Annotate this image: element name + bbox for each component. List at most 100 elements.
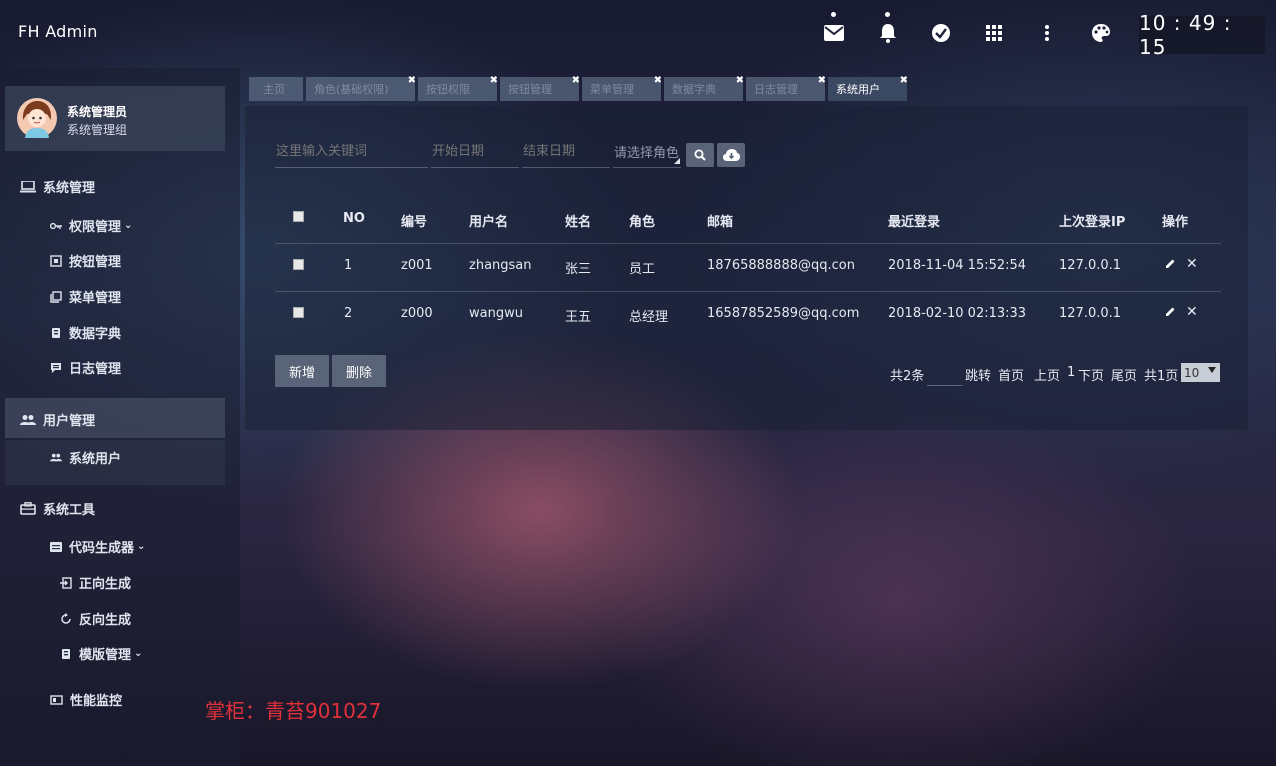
sidebar-item-template-management[interactable]: 模版管理 ⌄ bbox=[60, 644, 142, 663]
tab-label: 日志管理 bbox=[754, 83, 798, 96]
cell-role: 总经理 bbox=[629, 310, 669, 325]
delete-icon[interactable]: ✕ bbox=[1186, 256, 1198, 272]
column-header-last-ip[interactable]: 上次登录IP bbox=[1059, 211, 1125, 230]
tab-home[interactable]: 主页 bbox=[249, 77, 303, 101]
chevron-down-icon: ⌄ bbox=[124, 220, 133, 231]
sidebar-item-permission-management[interactable]: 权限管理 ⌄ bbox=[50, 216, 132, 235]
sidebar-item-code-generator[interactable]: 代码生成器 ⌄ bbox=[50, 537, 145, 556]
sidebar-item-label: 按钮管理 bbox=[69, 255, 122, 270]
menu-icon bbox=[50, 290, 62, 303]
select-all-checkbox[interactable] bbox=[293, 211, 304, 222]
pager-first[interactable]: 首页 bbox=[998, 365, 1024, 384]
sidebar-item-menu-management[interactable]: 菜单管理 bbox=[50, 287, 121, 306]
column-header-username[interactable]: 用户名 bbox=[469, 211, 508, 230]
sidebar-item-system-management[interactable]: 系统管理 bbox=[20, 177, 95, 196]
export-button[interactable] bbox=[717, 143, 745, 167]
page-size-select[interactable]: 10 bbox=[1181, 363, 1220, 382]
cell-username: wangwu bbox=[469, 306, 523, 321]
edit-icon[interactable] bbox=[1165, 306, 1176, 321]
sidebar-item-system-users[interactable]: 系统用户 bbox=[50, 448, 121, 467]
close-icon[interactable]: ✖ bbox=[654, 76, 662, 86]
tab-label: 按钮权限 bbox=[426, 83, 470, 96]
tab-button-management[interactable]: 按钮管理 ✖ bbox=[500, 76, 580, 101]
page-size-value: 10 bbox=[1184, 365, 1200, 380]
cell-no: 1 bbox=[344, 258, 353, 273]
close-icon[interactable]: ✖ bbox=[572, 76, 580, 86]
apps-grid-icon[interactable] bbox=[983, 22, 1005, 44]
pager-last[interactable]: 尾页 bbox=[1111, 365, 1137, 384]
tab-role[interactable]: 角色(基础权限) ✖ bbox=[306, 76, 416, 101]
close-icon[interactable]: ✖ bbox=[736, 76, 744, 86]
cell-name: 王五 bbox=[565, 310, 592, 325]
tab-system-users[interactable]: 系统用户 ✖ bbox=[828, 76, 908, 101]
bell-icon[interactable] bbox=[877, 12, 899, 44]
close-icon[interactable]: ✖ bbox=[408, 76, 416, 86]
delete-button[interactable]: 删除 bbox=[332, 355, 386, 387]
mail-icon[interactable] bbox=[823, 12, 845, 44]
column-header-last-login[interactable]: 最近登录 bbox=[888, 211, 940, 230]
end-date-field[interactable] bbox=[522, 135, 610, 168]
pager-jump-input[interactable] bbox=[927, 364, 963, 386]
sidebar-item-system-tools[interactable]: 系统工具 bbox=[20, 499, 95, 518]
sidebar-item-label: 代码生成器 bbox=[69, 541, 135, 556]
search-button[interactable] bbox=[686, 143, 714, 167]
app-brand[interactable]: FH Admin bbox=[18, 22, 98, 41]
users-icon bbox=[20, 414, 36, 425]
keyword-input[interactable] bbox=[276, 143, 428, 159]
select-arrow-icon bbox=[674, 158, 680, 164]
sidebar-item-label: 反向生成 bbox=[79, 613, 132, 628]
role-select-value: 请选择角色 bbox=[614, 145, 680, 161]
edit-icon[interactable] bbox=[1165, 258, 1176, 273]
delete-icon[interactable]: ✕ bbox=[1186, 304, 1198, 320]
sidebar-item-user-management[interactable]: 用户管理 bbox=[20, 410, 95, 429]
user-card[interactable]: 系统管理员 系统管理组 bbox=[5, 86, 225, 151]
column-header-name[interactable]: 姓名 bbox=[565, 211, 591, 230]
column-header-no[interactable]: NO bbox=[343, 211, 365, 226]
refresh-icon bbox=[61, 612, 71, 624]
close-icon[interactable]: ✖ bbox=[490, 76, 498, 86]
table-divider bbox=[275, 243, 1221, 244]
cell-email: 18765888888@qq.con bbox=[707, 258, 855, 273]
end-date-input[interactable] bbox=[523, 143, 610, 159]
palette-icon[interactable] bbox=[1090, 22, 1112, 44]
column-header-email[interactable]: 邮箱 bbox=[707, 211, 733, 230]
add-button[interactable]: 新增 bbox=[275, 355, 329, 387]
close-icon[interactable]: ✖ bbox=[900, 76, 908, 86]
role-select[interactable]: 请选择角色 bbox=[613, 135, 681, 168]
tab-menu-management[interactable]: 菜单管理 ✖ bbox=[582, 76, 662, 101]
table-divider bbox=[275, 291, 1221, 292]
tab-button-permission[interactable]: 按钮权限 ✖ bbox=[418, 76, 498, 101]
sidebar-item-data-dictionary[interactable]: 数据字典 bbox=[50, 323, 121, 342]
pager-prev[interactable]: 上页 bbox=[1034, 365, 1060, 384]
tab-label: 主页 bbox=[263, 83, 285, 96]
sidebar-item-label: 系统管理 bbox=[43, 181, 96, 196]
sidebar-item-label: 模版管理 bbox=[79, 648, 132, 663]
keyword-search-field[interactable] bbox=[275, 135, 428, 168]
sidebar-item-forward-generate[interactable]: 正向生成 bbox=[60, 573, 131, 592]
column-header-actions: 操作 bbox=[1162, 215, 1189, 230]
more-vert-icon[interactable] bbox=[1036, 22, 1058, 44]
top-bar: FH Admin 10 : 49 : 15 bbox=[0, 0, 1276, 68]
start-date-input[interactable] bbox=[432, 143, 519, 159]
column-header-code[interactable]: 编号 bbox=[401, 211, 427, 230]
sidebar-item-reverse-generate[interactable]: 反向生成 bbox=[60, 609, 131, 628]
tab-log-management[interactable]: 日志管理 ✖ bbox=[746, 76, 826, 101]
column-header-role[interactable]: 角色 bbox=[629, 211, 655, 230]
sidebar-item-button-management[interactable]: 按钮管理 bbox=[50, 251, 121, 270]
sidebar-item-performance-monitor[interactable]: 性能监控 bbox=[50, 690, 122, 709]
sidebar-item-log-management[interactable]: 日志管理 bbox=[50, 358, 121, 377]
pager-next[interactable]: 下页 bbox=[1078, 365, 1104, 384]
tab-data-dictionary[interactable]: 数据字典 ✖ bbox=[664, 76, 744, 101]
pager-jump-button[interactable]: 跳转 bbox=[965, 365, 991, 384]
cell-code: z001 bbox=[401, 258, 433, 273]
close-icon[interactable]: ✖ bbox=[818, 76, 826, 86]
chevron-down-icon bbox=[1208, 367, 1216, 373]
laptop-icon bbox=[20, 180, 36, 192]
user-name: 系统管理员 bbox=[67, 105, 128, 119]
check-circle-icon[interactable] bbox=[930, 22, 952, 44]
sidebar-item-label: 菜单管理 bbox=[69, 291, 122, 306]
row-checkbox[interactable] bbox=[293, 259, 304, 270]
row-checkbox[interactable] bbox=[293, 307, 304, 318]
pager-total: 共2条 bbox=[890, 369, 925, 384]
start-date-field[interactable] bbox=[431, 135, 519, 168]
